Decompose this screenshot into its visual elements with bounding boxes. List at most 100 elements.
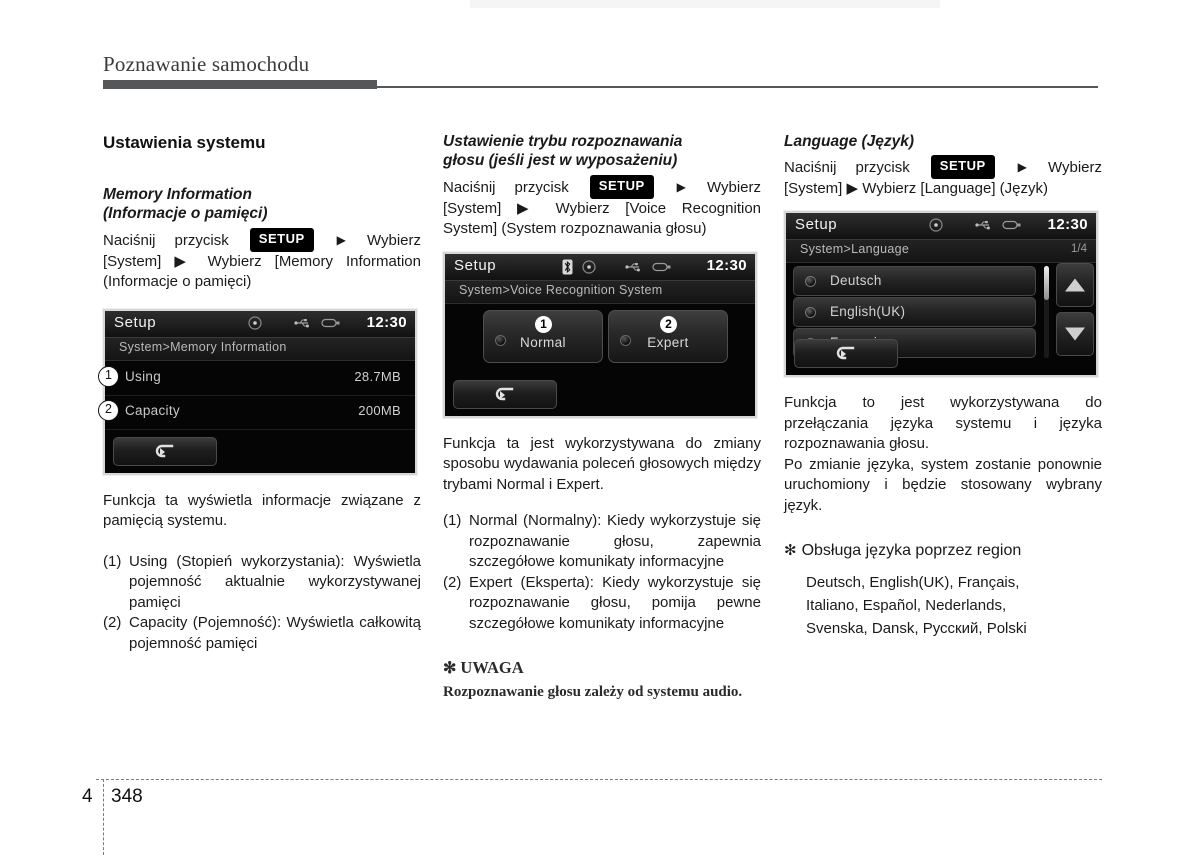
chapter-number: 4 (82, 786, 93, 807)
usb-icon (975, 219, 993, 231)
screenshot-memory-information: Setup 12:30 System>Memory Information Us… (98, 308, 421, 475)
breadcrumb-text: System>Memory Information (119, 339, 287, 354)
back-arrow-icon (495, 387, 514, 400)
disc-icon (248, 315, 262, 330)
head-unit-screen: Setup 12:30 System>Memory Information Us… (103, 308, 417, 475)
region-language-line: Deutsch, English(UK), Français, (806, 574, 1020, 591)
header-rule (103, 80, 1098, 89)
instruction-prefix: Naciśnij przycisk (103, 232, 229, 249)
screen-clock: 12:30 (706, 256, 747, 274)
region-support-heading: ✻ Obsługa języka poprzez region (784, 540, 1102, 561)
instruction-prefix: Naciśnij przycisk (443, 179, 569, 196)
note-heading: ✻ UWAGA (443, 658, 761, 679)
screen-title: Setup (114, 313, 157, 331)
language-option-english-uk[interactable]: English(UK) (793, 297, 1036, 327)
screen-breadcrumb: System>Voice Recognition System (445, 280, 755, 304)
numbered-list-memory: (1) Using (Stopień wykorzystania): Wyświ… (103, 552, 421, 655)
radio-icon[interactable] (805, 276, 816, 287)
setup-button-chip[interactable]: SETUP (589, 175, 654, 199)
row-value: 28.7MB (354, 368, 401, 384)
note-heading-text: UWAGA (460, 658, 524, 677)
device-icon (321, 317, 341, 329)
description-language-2: Po zmianie języka, system zostanie ponow… (784, 455, 1102, 514)
page-top-bleed (470, 0, 940, 8)
radio-icon[interactable] (805, 307, 816, 318)
callout-1: 1 (98, 365, 119, 387)
list-item-expert-desc: (2) Expert (Eksperta): Kiedy wykorzystuj… (443, 573, 761, 635)
back-button[interactable] (794, 339, 898, 368)
subsection-title-memory-information-line2: (Informacje o pamięci) (103, 205, 268, 222)
page-indicator: 1/4 (1071, 243, 1087, 255)
screen-status-icons (562, 259, 672, 275)
screen-titlebar: Setup 12:30 (105, 310, 415, 338)
disc-icon (582, 259, 596, 274)
callout-2: 2 (660, 315, 677, 333)
list-marker: (1) (443, 512, 462, 529)
screen-titlebar: Setup 12:30 (445, 253, 755, 281)
list-item-capacity[interactable]: Capacity 200MB (105, 395, 415, 430)
setup-button-chip[interactable]: SETUP (249, 228, 314, 252)
column-right: Language (Język) Naciśnij przycisk SETUP… (784, 132, 1102, 640)
language-option-deutsch[interactable]: Deutsch (793, 266, 1036, 296)
instruction-middle: Wybierz (366, 232, 421, 249)
instruction-language: Naciśnij przycisk SETUP ▶ Wybierz [Syste… (784, 155, 1102, 199)
screen-title: Setup (454, 256, 497, 274)
list-marker: (1) (103, 552, 122, 570)
back-button[interactable] (113, 436, 217, 466)
language-label: English(UK) (830, 304, 906, 319)
page-number: 348 (111, 786, 143, 807)
list-marker: (2) (443, 573, 462, 591)
instruction-voice-recognition: Naciśnij przycisk SETUP ▶ Wybierz [Syste… (443, 175, 761, 240)
page-title: Poznawanie samochodu (103, 52, 310, 76)
subsection-title-language: Language (Język) (784, 133, 915, 150)
description-memory-information: Funkcja ta wyświetla informacje związane… (103, 491, 421, 530)
numbered-list-voice-modes: (1) Normal (Normalny): Kiedy wykorzystuj… (443, 511, 761, 634)
back-button[interactable] (453, 379, 557, 409)
head-unit-screen: Setup 12:30 System>Language 1/4 Deutsch … (784, 211, 1098, 377)
up-arrow-icon (1065, 278, 1085, 292)
footer-dashed-line-vertical (103, 779, 104, 855)
row-value: 200MB (358, 402, 401, 418)
scrollbar-thumb[interactable] (1044, 266, 1049, 300)
disc-icon (929, 218, 943, 232)
list-text: Using (Stopień wykorzystania): Wyświetla… (129, 552, 421, 611)
list-item-using-desc: (1) Using (Stopień wykorzystania): Wyświ… (103, 552, 421, 614)
subsection-title-memory-information-line1: Memory Information (103, 186, 252, 203)
scroll-up-button[interactable] (1056, 263, 1094, 307)
region-language-line: Svenska, Dansk, Русский, Polski (806, 620, 1027, 637)
screen-breadcrumb: System>Memory Information (105, 337, 415, 361)
screen-breadcrumb: System>Language 1/4 (786, 240, 1096, 263)
region-heading-text: Obsługa języka poprzez region (801, 542, 1022, 559)
column-left: Ustawienia systemu Memory Information (I… (98, 132, 421, 655)
arrow-right-icon: ▶ (676, 180, 686, 194)
callout-1: 1 (535, 315, 552, 333)
screen-titlebar: Setup 12:30 (786, 213, 1096, 240)
region-language-list: Deutsch, English(UK), Français, Italiano… (784, 571, 1102, 640)
screenshot-language: Setup 12:30 System>Language 1/4 Deutsch … (784, 211, 1102, 377)
usb-icon (294, 317, 312, 329)
head-unit-screen: Setup 12:30 System>Voice Recognition Sys… (443, 251, 757, 418)
footer-dashed-line-horizontal (96, 779, 1102, 780)
note-body: Rozpoznawanie głosu zależy od systemu au… (443, 684, 743, 700)
list-item-using[interactable]: Using 28.7MB (105, 361, 415, 396)
description-voice-recognition: Funkcja ta jest wykorzystywana do zmiany… (443, 434, 761, 493)
list-text: Normal (Normalny): Kiedy wykorzystuje si… (469, 512, 761, 570)
screen-status-icons (929, 218, 1022, 232)
instruction-prefix: Naciśnij przycisk (784, 159, 910, 176)
option-label: Expert (647, 334, 689, 350)
back-arrow-icon (155, 444, 174, 457)
subsection-title-voice-recognition-line1: Ustawienie trybu rozpoznawania (443, 133, 683, 150)
note-block: ✻ UWAGA Rozpoznawanie głosu zależy od sys… (443, 658, 761, 702)
scrollbar[interactable] (1044, 266, 1049, 358)
list-marker: (2) (103, 614, 122, 631)
setup-button-chip[interactable]: SETUP (930, 155, 995, 179)
scroll-down-button[interactable] (1056, 312, 1094, 356)
instruction-middle: Wybierz (1047, 159, 1102, 176)
device-icon (1002, 219, 1022, 231)
back-arrow-icon (836, 346, 855, 360)
arrow-right-icon: ▶ (1017, 160, 1027, 174)
list-item-normal-desc: (1) Normal (Normalny): Kiedy wykorzystuj… (443, 511, 761, 573)
screen-title: Setup (795, 216, 838, 233)
callout-2: 2 (98, 399, 119, 421)
option-label: Normal (520, 334, 566, 350)
